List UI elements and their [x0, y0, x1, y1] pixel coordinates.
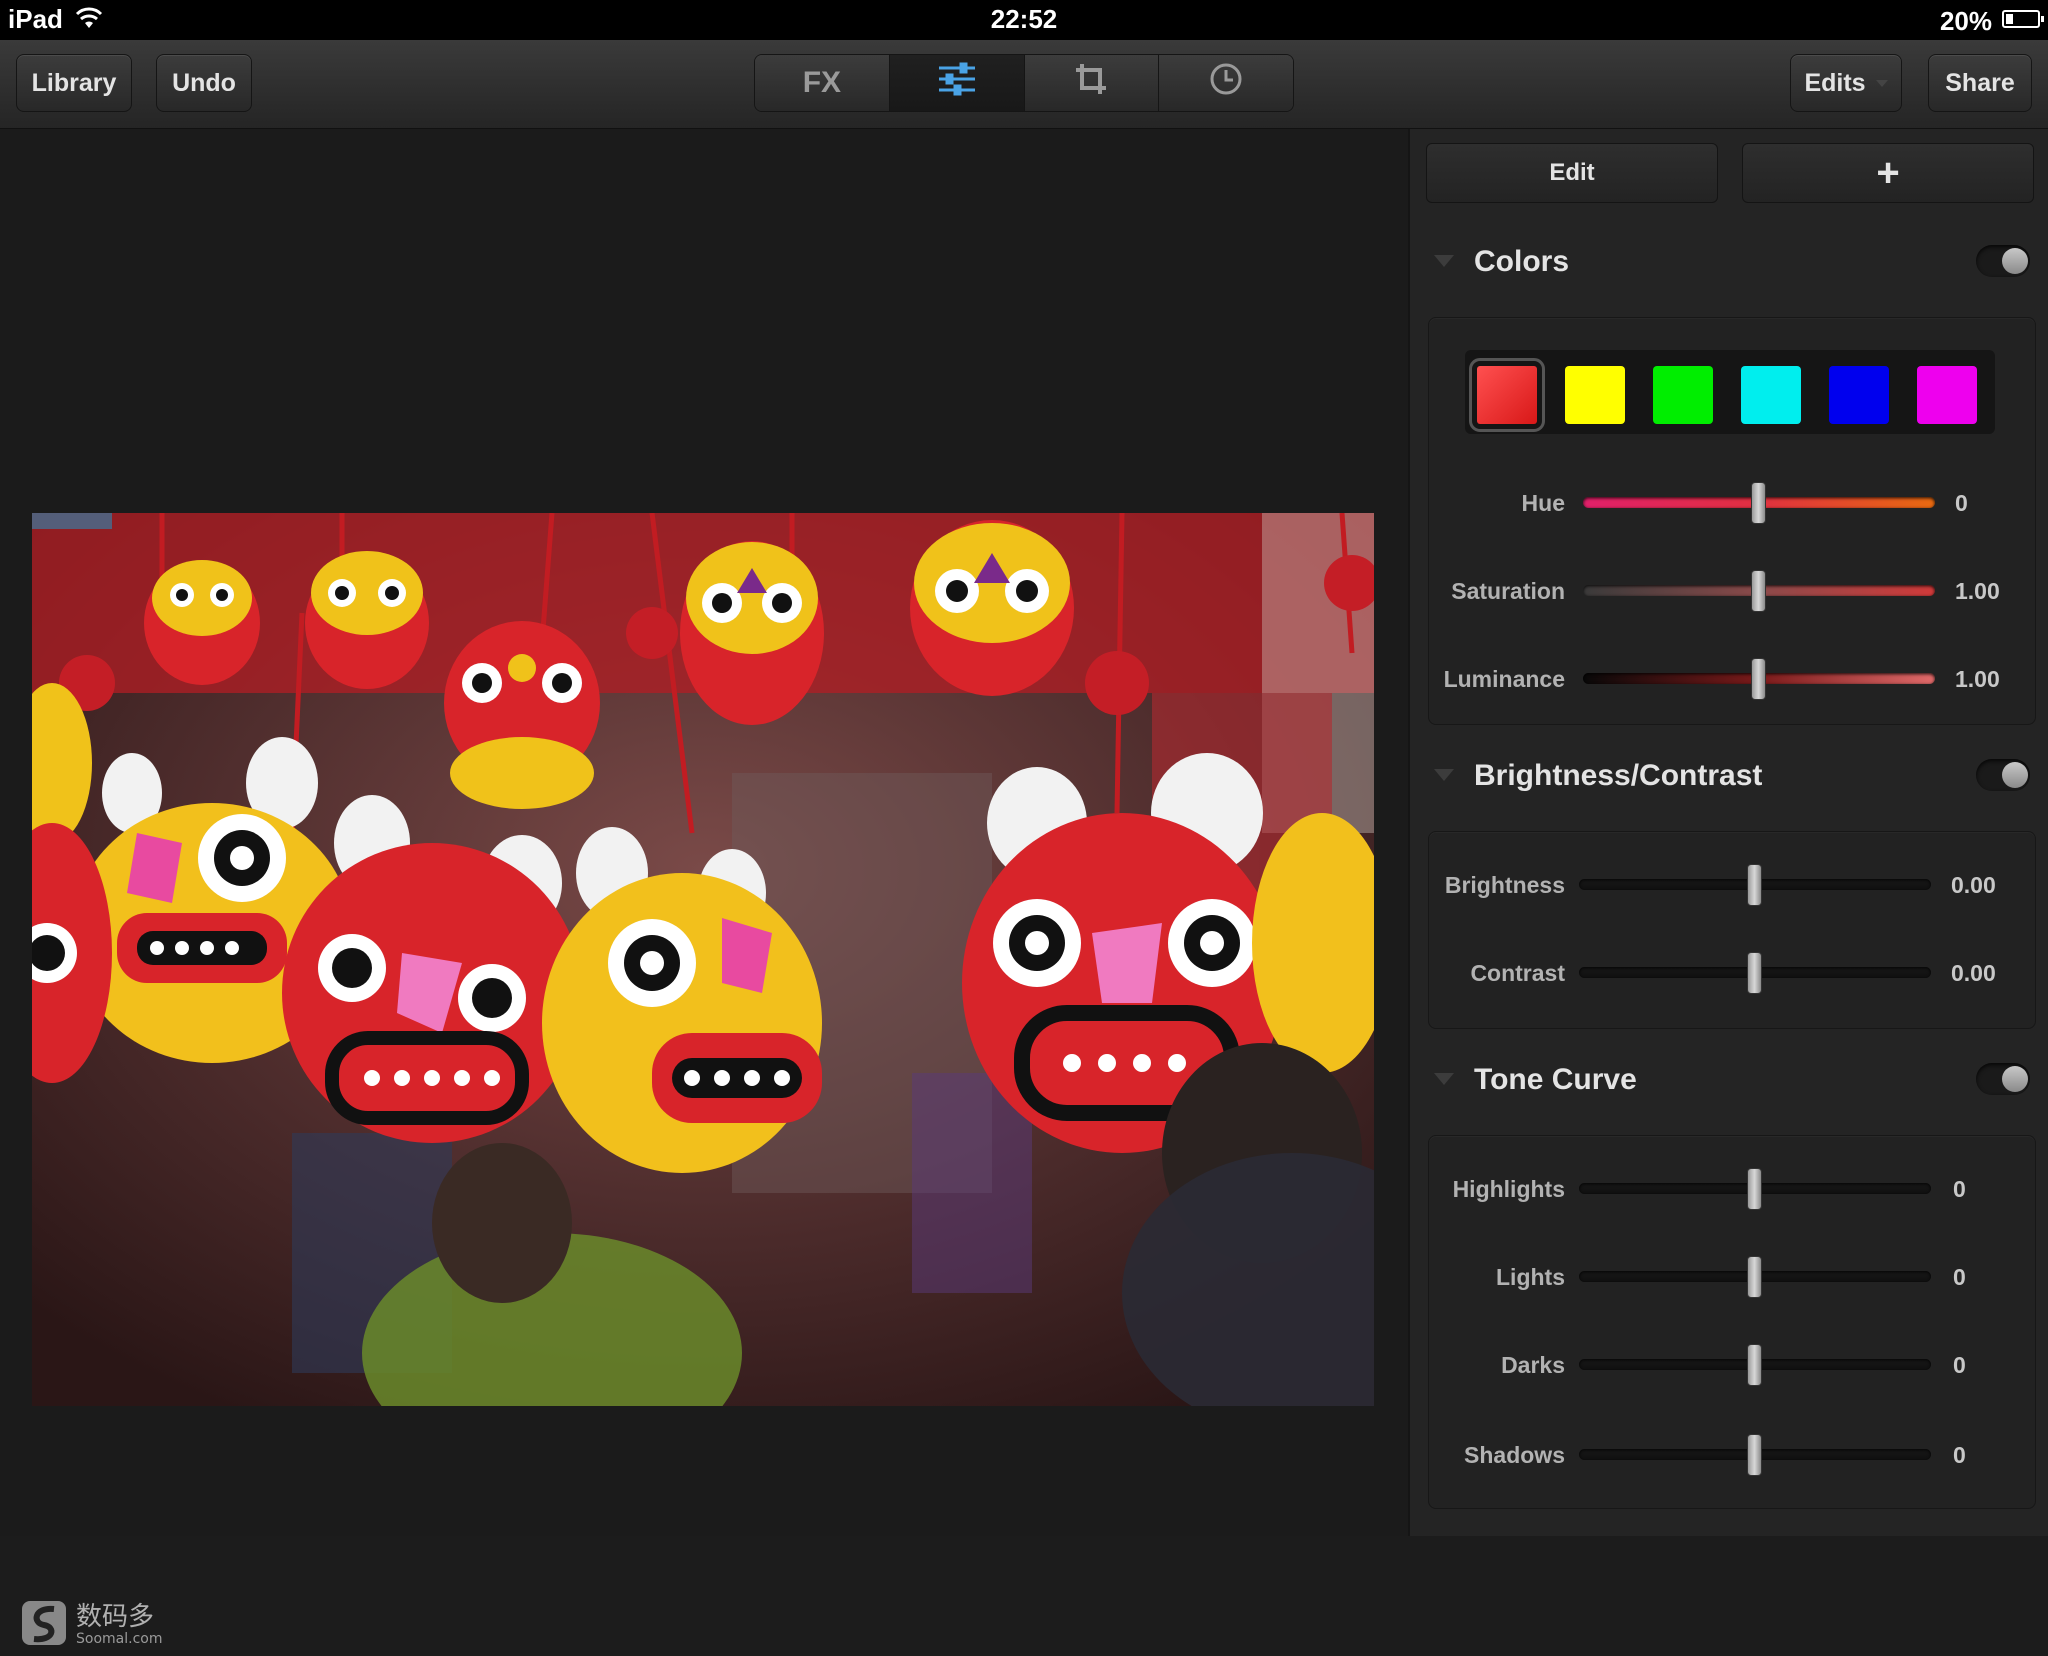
- luminance-slider[interactable]: [1583, 658, 1935, 700]
- saturation-row: Saturation 1.00: [1429, 570, 2035, 612]
- slider-thumb[interactable]: [1751, 658, 1766, 700]
- svg-text:数码多: 数码多: [76, 1602, 154, 1632]
- chevron-down-icon: [1875, 79, 1888, 87]
- tone-curve-section-header[interactable]: Tone Curve: [1410, 1049, 2048, 1109]
- hue-row: Hue 0: [1429, 482, 2035, 524]
- collapse-triangle-icon[interactable]: [1434, 255, 1454, 267]
- hue-label: Hue: [1521, 490, 1565, 516]
- hue-value: 0: [1955, 490, 1968, 516]
- toolbar: Library Undo FX Edits Share: [0, 40, 2048, 129]
- photo-canvas: 数码多 Soomal.com: [0, 129, 1408, 1647]
- colors-box: Hue 0 Saturation 1.00 Luminance 1.00: [1428, 317, 2036, 725]
- darks-label: Darks: [1501, 1352, 1565, 1378]
- swatch-magenta[interactable]: [1917, 366, 1977, 424]
- tab-fx[interactable]: FX: [755, 55, 890, 111]
- collapse-triangle-icon[interactable]: [1434, 1073, 1454, 1085]
- brightness-contrast-section-header[interactable]: Brightness/Contrast: [1410, 745, 2048, 805]
- battery-percent: 20%: [1939, 6, 1992, 36]
- slider-thumb[interactable]: [1747, 952, 1762, 994]
- slider-thumb[interactable]: [1747, 1256, 1762, 1298]
- luminance-value: 1.00: [1955, 666, 2000, 692]
- slider-thumb[interactable]: [1751, 482, 1766, 524]
- contrast-value: 0.00: [1951, 960, 1996, 986]
- tab-history[interactable]: [1159, 55, 1293, 111]
- highlights-value: 0: [1953, 1176, 1966, 1202]
- brightness-contrast-box: Brightness 0.00 Contrast 0.00: [1428, 831, 2036, 1029]
- brightness-slider[interactable]: [1579, 864, 1931, 906]
- highlights-row: Highlights 0: [1429, 1168, 2035, 1210]
- lights-slider[interactable]: [1579, 1256, 1931, 1298]
- crop-icon: [1074, 62, 1108, 104]
- shadows-label: Shadows: [1464, 1442, 1565, 1468]
- brightness-value: 0.00: [1951, 872, 1996, 898]
- swatch-green[interactable]: [1653, 366, 1713, 424]
- undo-button[interactable]: Undo: [156, 54, 252, 112]
- saturation-label: Saturation: [1451, 578, 1565, 604]
- status-bar: iPad 22:52 20%: [0, 0, 2048, 40]
- section-title: Brightness/Contrast: [1474, 759, 1763, 792]
- slider-thumb[interactable]: [1747, 1344, 1762, 1386]
- darks-slider[interactable]: [1579, 1344, 1931, 1386]
- battery-icon: [2002, 10, 2044, 28]
- swatch-cyan[interactable]: [1741, 366, 1801, 424]
- library-button[interactable]: Library: [16, 54, 132, 112]
- clock: 22:52: [990, 4, 1058, 34]
- tab-adjustments[interactable]: [889, 55, 1025, 111]
- clock-icon: [1209, 62, 1243, 104]
- brightness-row: Brightness 0.00: [1429, 864, 2035, 906]
- svg-text:Soomal.com: Soomal.com: [76, 1631, 162, 1647]
- tone-curve-toggle[interactable]: [1976, 1063, 2030, 1095]
- luminance-label: Luminance: [1443, 666, 1565, 692]
- swatch-yellow[interactable]: [1565, 366, 1625, 424]
- edit-button[interactable]: Edit: [1426, 143, 1718, 203]
- section-title: Tone Curve: [1474, 1063, 1637, 1096]
- section-title: Colors: [1474, 245, 1570, 278]
- shadows-row: Shadows 0: [1429, 1434, 2035, 1476]
- lights-value: 0: [1953, 1264, 1966, 1290]
- tab-crop[interactable]: [1024, 55, 1160, 111]
- swatch-blue[interactable]: [1829, 366, 1889, 424]
- slider-thumb[interactable]: [1747, 864, 1762, 906]
- contrast-row: Contrast 0.00: [1429, 952, 2035, 994]
- mode-tabs: FX: [754, 54, 1294, 112]
- share-button[interactable]: Share: [1928, 54, 2032, 112]
- adjustments-panel: Edit + Colors Hue 0 Saturation 1.00 Lumi…: [1408, 129, 2048, 1536]
- saturation-slider[interactable]: [1583, 570, 1935, 612]
- saturation-value: 1.00: [1955, 578, 2000, 604]
- collapse-triangle-icon[interactable]: [1434, 769, 1454, 781]
- color-swatches: [1465, 350, 1995, 434]
- brightness-contrast-toggle[interactable]: [1976, 759, 2030, 791]
- darks-row: Darks 0: [1429, 1344, 2035, 1386]
- slider-thumb[interactable]: [1751, 570, 1766, 612]
- colors-toggle[interactable]: [1976, 245, 2030, 277]
- swatch-red[interactable]: [1469, 358, 1545, 432]
- contrast-slider[interactable]: [1579, 952, 1931, 994]
- tone-curve-box: Highlights 0 Lights 0 Darks 0 Shadows 0: [1428, 1135, 2036, 1509]
- shadows-value: 0: [1953, 1442, 1966, 1468]
- brightness-label: Brightness: [1444, 872, 1565, 898]
- highlights-slider[interactable]: [1579, 1168, 1931, 1210]
- darks-value: 0: [1953, 1352, 1966, 1378]
- slider-thumb[interactable]: [1747, 1168, 1762, 1210]
- highlights-label: Highlights: [1452, 1176, 1565, 1202]
- lights-label: Lights: [1496, 1264, 1565, 1290]
- shadows-slider[interactable]: [1579, 1434, 1931, 1476]
- luminance-row: Luminance 1.00: [1429, 658, 2035, 700]
- colors-section-header[interactable]: Colors: [1410, 231, 2048, 291]
- hue-slider[interactable]: [1583, 482, 1935, 524]
- edits-button[interactable]: Edits: [1790, 54, 1902, 112]
- slider-thumb[interactable]: [1747, 1434, 1762, 1476]
- edited-photo[interactable]: [32, 513, 1374, 1406]
- sliders-icon: [937, 62, 977, 104]
- lights-row: Lights 0: [1429, 1256, 2035, 1298]
- contrast-label: Contrast: [1470, 960, 1565, 986]
- add-button[interactable]: +: [1742, 143, 2034, 203]
- watermark-logo: 数码多 Soomal.com: [20, 1595, 180, 1651]
